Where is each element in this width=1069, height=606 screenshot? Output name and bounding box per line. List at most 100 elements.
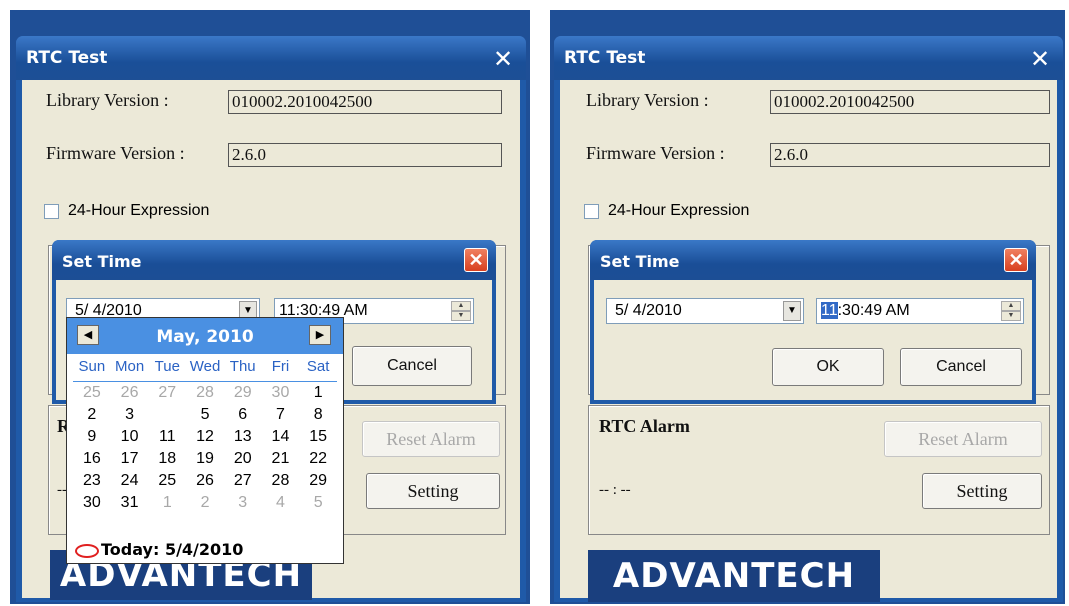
calendar-day[interactable]: 1 [148, 494, 186, 516]
calendar-day[interactable]: 13 [224, 428, 262, 450]
calendar-day[interactable]: 6 [224, 406, 262, 428]
dialog-title-bar: Set Time ✕ [52, 240, 496, 280]
time-picker[interactable]: 11:30:49 AM ▲ ▼ [816, 298, 1024, 324]
calendar-day[interactable]: 30 [73, 494, 111, 516]
calendar-day[interactable]: 19 [186, 450, 224, 472]
calendar-day[interactable]: 17 [111, 450, 149, 472]
reset-alarm-button[interactable]: Reset Alarm [884, 421, 1042, 457]
right-screenshot-panel: RTC Test ✕ Library Version : 010002.2010… [550, 10, 1065, 604]
calendar-day[interactable]: 21 [262, 450, 300, 472]
weekday-header: Sun Mon Tue Wed Thu Fri Sat [73, 358, 337, 382]
cancel-button[interactable]: Cancel [900, 348, 1022, 386]
setting-button[interactable]: Setting [366, 473, 500, 509]
time-spinner[interactable]: ▲ ▼ [1001, 301, 1021, 321]
calendar-day-selected[interactable]: 4 [148, 406, 186, 428]
calendar-day[interactable]: 30 [262, 384, 300, 406]
spin-down-icon[interactable]: ▼ [1001, 311, 1021, 321]
dialog-close-icon[interactable]: ✕ [464, 248, 488, 272]
calendar-day[interactable]: 14 [262, 428, 300, 450]
calendar-month: May, 2010 [156, 327, 254, 347]
weekday-label: Tue [154, 358, 180, 375]
cancel-button[interactable]: Cancel [352, 346, 472, 386]
calendar-day[interactable]: 24 [111, 472, 149, 494]
calendar-day[interactable]: 1 [299, 384, 337, 406]
spin-up-icon[interactable]: ▲ [1001, 301, 1021, 311]
calendar-day[interactable]: 18 [148, 450, 186, 472]
calendar-day[interactable]: 23 [73, 472, 111, 494]
time-hour-selected[interactable]: 11 [821, 302, 838, 319]
calendar-day[interactable]: 5 [299, 494, 337, 516]
calendar-day[interactable]: 29 [224, 384, 262, 406]
next-month-icon[interactable]: ▶ [309, 325, 331, 345]
library-version-label: Library Version : [46, 90, 169, 110]
dialog-close-icon[interactable]: ✕ [1004, 248, 1028, 272]
calendar-day[interactable]: 22 [299, 450, 337, 472]
calendar-day[interactable]: 11 [148, 428, 186, 450]
left-screenshot-panel: RTC Test ✕ Library Version : 010002.2010… [10, 10, 530, 604]
rtc-test-window: RTC Test ✕ Library Version : 010002.2010… [16, 36, 526, 602]
rtc-test-window: RTC Test ✕ Library Version : 010002.2010… [554, 36, 1063, 602]
calendar-day[interactable]: 26 [186, 472, 224, 494]
calendar-day[interactable]: 8 [299, 406, 337, 428]
chevron-down-icon[interactable]: ▼ [783, 301, 801, 321]
weekday-label: Thu [229, 358, 256, 375]
alarm-time-value: -- : -- [599, 482, 631, 498]
dialog-title: Set Time [62, 252, 142, 271]
spin-down-icon[interactable]: ▼ [451, 311, 471, 321]
close-icon[interactable]: ✕ [488, 45, 518, 73]
advantech-logo: ADVANTECH [588, 550, 880, 602]
24-hour-checkbox[interactable] [584, 204, 599, 219]
calendar-day[interactable]: 31 [111, 494, 149, 516]
dialog-client-area: 5/ 4/2010 ▼ 11:30:49 AM ▲ ▼ OK Cancel [594, 280, 1032, 400]
calendar-day[interactable]: 27 [148, 384, 186, 406]
calendar-week-row: 16 17 18 19 20 21 22 [73, 450, 337, 472]
today-link[interactable]: Today: 5/4/2010 [75, 540, 243, 559]
library-version-label: Library Version : [586, 90, 709, 110]
calendar-day[interactable]: 20 [224, 450, 262, 472]
calendar-day[interactable]: 27 [224, 472, 262, 494]
calendar-day[interactable]: 4 [262, 494, 300, 516]
close-icon[interactable]: ✕ [1025, 45, 1055, 73]
window-client-area: Library Version : 010002.2010042500 Firm… [22, 80, 520, 600]
library-version-field: 010002.2010042500 [228, 90, 502, 114]
library-version-field: 010002.2010042500 [770, 90, 1050, 114]
calendar-day[interactable]: 3 [111, 406, 149, 428]
calendar-day[interactable]: 10 [111, 428, 149, 450]
calendar-day[interactable]: 26 [111, 384, 149, 406]
window-title: RTC Test [26, 48, 108, 68]
calendar-day[interactable]: 28 [262, 472, 300, 494]
calendar-day[interactable]: 2 [73, 406, 111, 428]
calendar-day[interactable]: 7 [262, 406, 300, 428]
24-hour-checkbox[interactable] [44, 204, 59, 219]
calendar-day[interactable]: 2 [186, 494, 224, 516]
reset-alarm-button[interactable]: Reset Alarm [362, 421, 500, 457]
calendar-day[interactable]: 28 [186, 384, 224, 406]
calendar-day[interactable]: 16 [73, 450, 111, 472]
calendar-day[interactable]: 15 [299, 428, 337, 450]
calendar-day[interactable]: 5 [186, 406, 224, 428]
weekday-label: Fri [271, 358, 290, 375]
date-picker[interactable]: 5/ 4/2010 ▼ [606, 298, 804, 324]
calendar-header: ◀ May, 2010 ▶ [67, 318, 343, 354]
window-title: RTC Test [564, 48, 646, 68]
calendar-day[interactable]: 12 [186, 428, 224, 450]
date-value: 5/ 4/2010 [615, 302, 682, 319]
calendar-day[interactable]: 29 [299, 472, 337, 494]
calendar-day[interactable]: 25 [73, 384, 111, 406]
rtc-alarm-label: RTC Alarm [599, 416, 690, 436]
window-title-bar: RTC Test ✕ [554, 36, 1063, 80]
calendar-day[interactable]: 9 [73, 428, 111, 450]
calendar-day[interactable]: 25 [148, 472, 186, 494]
calendar-day[interactable]: 3 [224, 494, 262, 516]
spin-up-icon[interactable]: ▲ [451, 301, 471, 311]
window-client-area: Library Version : 010002.2010042500 Firm… [560, 80, 1057, 602]
setting-button[interactable]: Setting [922, 473, 1042, 509]
weekday-label: Wed [189, 358, 221, 375]
weekday-label: Sun [78, 358, 106, 375]
24-hour-label: 24-Hour Expression [68, 202, 210, 219]
calendar-grid: 25 26 27 28 29 30 1 2 3 4 5 6 7 8 9 10 11 12 13 14 15 16 17 18 1… [73, 384, 337, 516]
ok-button[interactable]: OK [772, 348, 884, 386]
time-spinner[interactable]: ▲ ▼ [451, 301, 471, 321]
firmware-version-label: Firmware Version : [46, 143, 185, 163]
24-hour-label: 24-Hour Expression [608, 202, 750, 219]
